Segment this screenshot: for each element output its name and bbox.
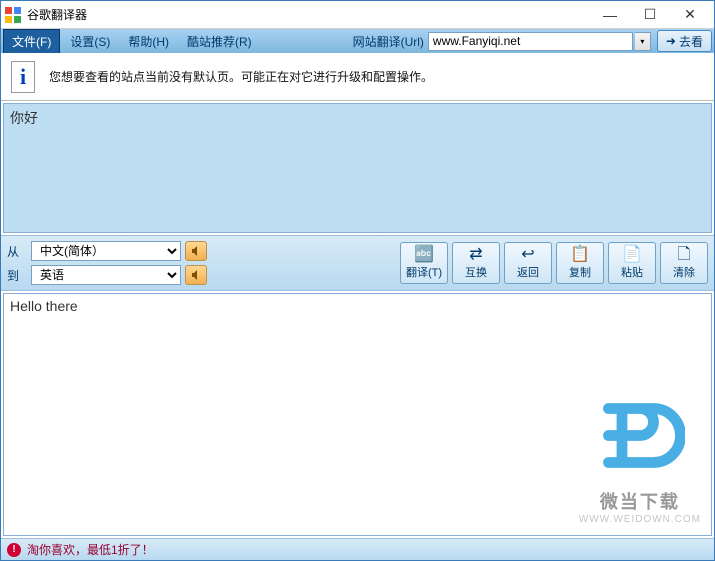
window-title: 谷歌翻译器 xyxy=(27,6,590,23)
status-text: 淘你喜欢，最低1折了！ xyxy=(27,541,154,558)
back-button[interactable]: ↩ 返回 xyxy=(504,242,552,284)
clear-label: 清除 xyxy=(673,264,695,280)
watermark: 微当下载 WWW.WEIDOWN.COM xyxy=(579,395,701,525)
translate-button[interactable]: 🔤 翻译(T) xyxy=(400,242,448,284)
url-label: 网站翻译(Url) xyxy=(353,33,424,50)
menu-file[interactable]: 文件(F) xyxy=(3,29,60,54)
swap-label: 互换 xyxy=(465,264,487,280)
speak-to-button[interactable] xyxy=(185,265,207,285)
watermark-text2: WWW.WEIDOWN.COM xyxy=(579,514,701,525)
source-text-pane[interactable]: 你好 xyxy=(3,103,712,233)
info-message: 您想要查看的站点当前没有默认页。可能正在对它进行升级和配置操作。 xyxy=(49,68,433,85)
action-buttons: 🔤 翻译(T) ⇄ 互换 ↩ 返回 📋 复制 📄 粘贴 🗋 清除 xyxy=(400,242,708,284)
translate-icon: 🔤 xyxy=(414,247,434,263)
close-button[interactable]: ✕ xyxy=(670,4,710,26)
url-dropdown-button[interactable]: ▾ xyxy=(635,32,651,51)
target-text: Hello there xyxy=(10,298,78,314)
go-icon: ➜ xyxy=(666,34,676,48)
info-strip: i 您想要查看的站点当前没有默认页。可能正在对它进行升级和配置操作。 xyxy=(1,53,714,101)
to-label: 到 xyxy=(7,267,27,284)
menu-recommend[interactable]: 酷站推荐(R) xyxy=(179,30,260,53)
titlebar: 谷歌翻译器 — ☐ ✕ xyxy=(1,1,714,29)
minimize-button[interactable]: — xyxy=(590,4,630,26)
swap-icon: ⇄ xyxy=(469,247,482,263)
maximize-button[interactable]: ☐ xyxy=(630,4,670,26)
alert-icon: ! xyxy=(7,543,21,557)
language-selectors: 从 中文(简体） 到 英语 xyxy=(7,241,207,285)
back-label: 返回 xyxy=(517,264,539,280)
menu-help[interactable]: 帮助(H) xyxy=(120,30,177,53)
controls-row: 从 中文(简体） 到 英语 🔤 翻译(T) xyxy=(1,235,714,291)
copy-label: 复制 xyxy=(569,264,591,280)
menubar: 文件(F) 设置(S) 帮助(H) 酷站推荐(R) 网站翻译(Url) ▾ ➜ … xyxy=(1,29,714,53)
paste-icon: 📄 xyxy=(622,247,642,263)
copy-button[interactable]: 📋 复制 xyxy=(556,242,604,284)
back-icon: ↩ xyxy=(521,247,534,263)
url-input[interactable] xyxy=(428,32,633,51)
to-language-select[interactable]: 英语 xyxy=(31,265,181,285)
swap-button[interactable]: ⇄ 互换 xyxy=(452,242,500,284)
clear-icon: 🗋 xyxy=(678,247,691,263)
speak-from-button[interactable] xyxy=(185,241,207,261)
clear-button[interactable]: 🗋 清除 xyxy=(660,242,708,284)
from-label: 从 xyxy=(7,243,27,260)
go-button[interactable]: ➜ 去看 xyxy=(657,30,712,52)
info-icon: i xyxy=(11,61,35,93)
translate-label: 翻译(T) xyxy=(406,264,442,280)
paste-button[interactable]: 📄 粘贴 xyxy=(608,242,656,284)
source-text: 你好 xyxy=(10,110,38,126)
watermark-text1: 微当下载 xyxy=(579,488,701,514)
menu-settings[interactable]: 设置(S) xyxy=(62,30,118,53)
paste-label: 粘贴 xyxy=(621,264,643,280)
go-label: 去看 xyxy=(679,33,703,50)
from-language-select[interactable]: 中文(简体） xyxy=(31,241,181,261)
copy-icon: 📋 xyxy=(570,247,590,263)
app-icon xyxy=(5,7,21,23)
statusbar: ! 淘你喜欢，最低1折了！ xyxy=(1,538,714,560)
watermark-logo-icon xyxy=(595,395,685,485)
app-window: 谷歌翻译器 — ☐ ✕ 文件(F) 设置(S) 帮助(H) 酷站推荐(R) 网站… xyxy=(0,0,715,561)
window-controls: — ☐ ✕ xyxy=(590,4,710,26)
target-text-pane[interactable]: Hello there 微当下载 WWW.WEIDOWN.COM xyxy=(3,293,712,536)
